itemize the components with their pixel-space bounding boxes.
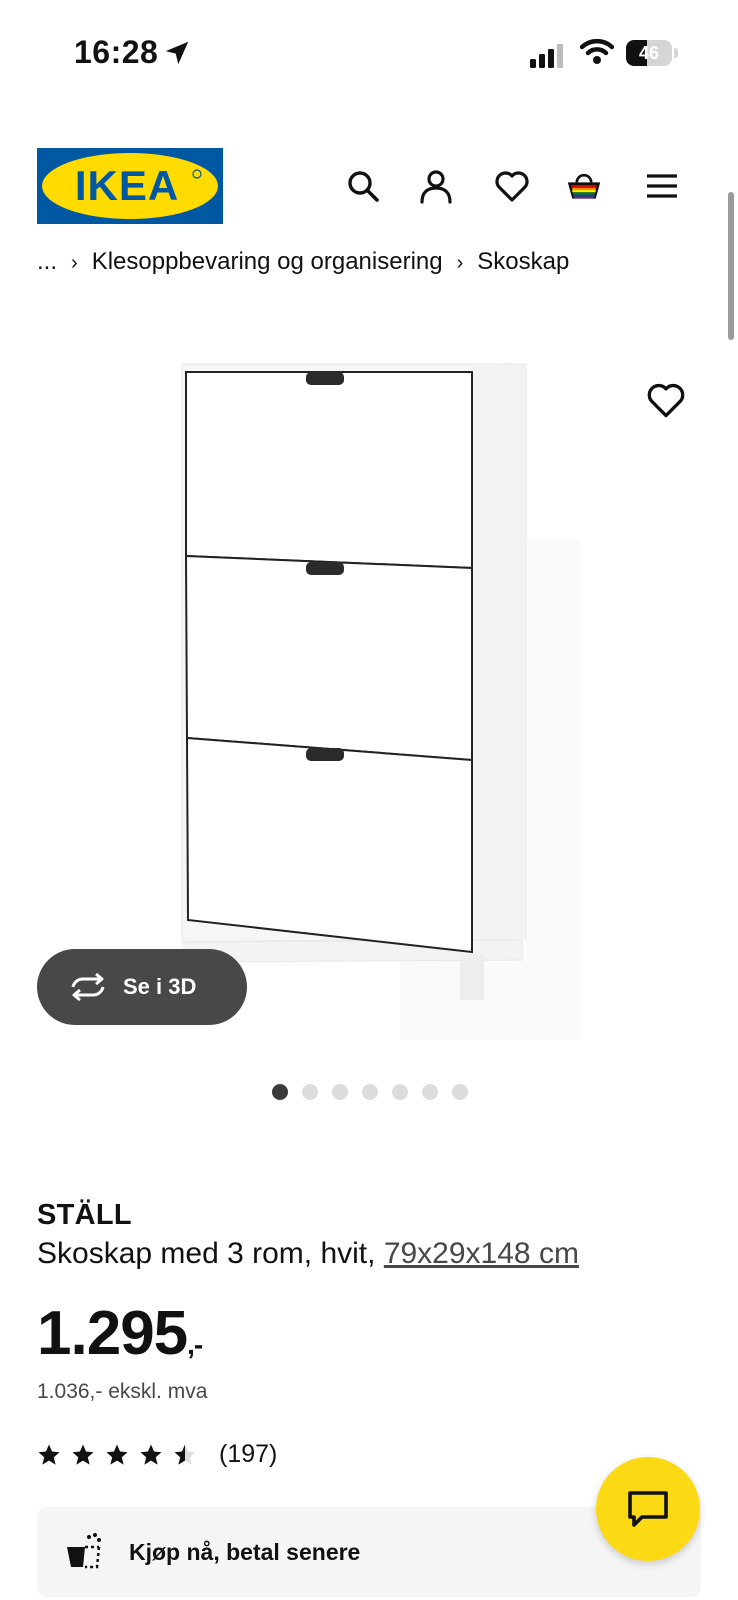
product-name: STÄLL — [37, 1199, 132, 1231]
star-icon — [38, 1444, 60, 1465]
rotate-3d-icon — [71, 973, 105, 1001]
status-time: 16:28 — [74, 34, 159, 70]
heart-icon[interactable] — [494, 168, 530, 204]
star-icon — [174, 1444, 196, 1465]
battery-level: 46 — [638, 43, 660, 63]
cart-icon[interactable] — [566, 168, 602, 204]
account-icon[interactable] — [418, 168, 454, 204]
carousel-dot[interactable] — [302, 1084, 318, 1100]
chevron-right-icon: › — [456, 252, 464, 274]
search-icon[interactable] — [345, 168, 381, 204]
carousel-dot[interactable] — [422, 1084, 438, 1100]
location-arrow-icon — [165, 41, 189, 65]
carousel-dot[interactable] — [272, 1084, 288, 1100]
product-description: Skoskap med 3 rom, hvit, 79x29x148 cm — [37, 1237, 579, 1271]
carousel-dot[interactable] — [332, 1084, 348, 1100]
star-icon — [140, 1444, 162, 1465]
product-description-text: Skoskap med 3 rom, hvit, — [37, 1237, 384, 1270]
view-3d-button[interactable]: Se i 3D — [37, 949, 247, 1025]
breadcrumb-item-ellipsis[interactable]: ... — [37, 248, 57, 274]
price-value: 1.295 — [37, 1299, 188, 1368]
star-icon — [106, 1444, 128, 1465]
bnpl-label: Kjøp nå, betal senere — [129, 1539, 361, 1565]
review-count: (197) — [219, 1440, 278, 1468]
view-3d-label: Se i 3D — [123, 974, 197, 999]
ikea-logo[interactable]: IKEA — [37, 148, 223, 224]
price-excluding-vat: 1.036,- ekskl. mva — [37, 1380, 208, 1403]
add-to-wishlist-icon[interactable] — [646, 380, 686, 420]
svg-text:IKEA: IKEA — [75, 162, 179, 209]
chat-bubble-icon — [628, 1491, 668, 1527]
wifi-icon — [580, 38, 614, 64]
menu-icon[interactable] — [644, 168, 680, 204]
breadcrumb-item-category[interactable]: Klesoppbevaring og organisering — [92, 248, 443, 274]
chevron-right-icon: › — [71, 252, 78, 274]
scrollbar-thumb[interactable] — [728, 192, 734, 340]
breadcrumb-item-current[interactable]: Skoskap — [477, 248, 569, 274]
split-payment-icon — [67, 1533, 101, 1569]
carousel-dot[interactable] — [392, 1084, 408, 1100]
rating-stars — [37, 1443, 197, 1467]
battery-indicator: 46 — [626, 40, 678, 66]
product-price: 1.295,- — [37, 1298, 203, 1369]
product-rating[interactable]: (197) — [37, 1440, 277, 1469]
product-dimensions-link[interactable]: 79x29x148 cm — [384, 1237, 579, 1270]
carousel-dot[interactable] — [362, 1084, 378, 1100]
product-image[interactable] — [160, 360, 580, 1040]
breadcrumb: ... › Klesoppbevaring og organisering › Skos… — [37, 244, 677, 274]
cellular-signal-icon — [530, 44, 563, 68]
chat-button[interactable] — [596, 1457, 700, 1561]
star-icon — [72, 1444, 94, 1465]
price-suffix: ,- — [187, 1329, 203, 1360]
image-carousel-dots — [272, 1084, 468, 1100]
carousel-dot[interactable] — [452, 1084, 468, 1100]
